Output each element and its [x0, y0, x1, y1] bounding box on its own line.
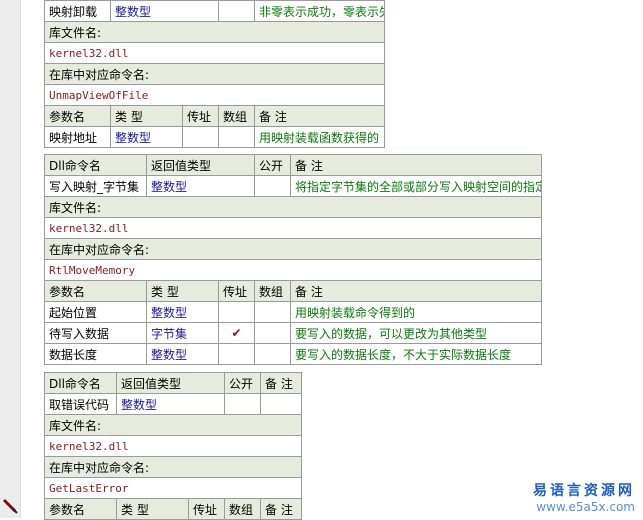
param-header: 数组 [218, 105, 256, 127]
param-header-row: 参数名 类 型 传址 数组 备 注 [44, 105, 386, 127]
param-name-cell[interactable]: 起始位置 [44, 301, 147, 323]
cmd-label: 在库中对应命令名: [43, 238, 543, 260]
param-header: 备 注 [254, 105, 386, 127]
pen-icon [2, 498, 18, 514]
dll-header: 公开 [254, 154, 292, 176]
param-array-cell[interactable] [254, 301, 292, 323]
param-header: 传址 [187, 498, 226, 520]
dll-header-row: Dll命令名 返回值类型 公开 备 注 [44, 372, 303, 394]
dll-row[interactable]: 写入映射_字节集 整数型 将指定字节集的全部或部分写入映射空间的指定位置 [44, 175, 543, 197]
lib-label: 库文件名: [43, 196, 543, 218]
dll-name-cell[interactable]: 映射卸载 [44, 0, 111, 22]
param-header: 传址 [181, 105, 220, 127]
param-row[interactable]: 待写入数据 字节集 ✔ 要写入的数据，可以更改为其他类型 [44, 322, 543, 344]
param-header: 传址 [217, 280, 256, 302]
return-type-cell[interactable]: 整数型 [109, 0, 220, 22]
site-watermark: 易语言资源网 www.e5a5x.com [533, 480, 635, 514]
param-note-cell[interactable]: 要写入的数据长度，不大于实际数据长度 [290, 343, 543, 365]
param-header: 类 型 [146, 280, 219, 302]
dll-header: Dll命令名 [44, 154, 147, 176]
param-array-cell[interactable] [218, 126, 256, 148]
dll-block-getlasterror: Dll命令名 返回值类型 公开 备 注 取错误代码 整数型 库文件名: kern… [43, 372, 303, 520]
dll-name-cell[interactable]: 取错误代码 [44, 393, 117, 415]
param-name-cell[interactable]: 数据长度 [44, 343, 147, 365]
return-type-cell[interactable]: 整数型 [145, 175, 256, 197]
param-header: 数组 [224, 498, 262, 520]
param-header: 类 型 [116, 498, 189, 520]
public-cell[interactable] [254, 175, 292, 197]
cmd-value-cell[interactable]: UnmapViewOfFile [43, 84, 386, 106]
dll-header: 备 注 [290, 154, 543, 176]
param-header: 备 注 [290, 280, 543, 302]
param-row[interactable]: 数据长度 整数型 要写入的数据长度，不大于实际数据长度 [44, 343, 543, 365]
checkmark-icon[interactable]: ✔ [217, 322, 256, 344]
editor-gutter [0, 0, 21, 518]
cmd-value-cell[interactable]: RtlMoveMemory [43, 259, 543, 281]
param-type-cell[interactable]: 整数型 [110, 126, 183, 148]
dll-header: Dll命令名 [44, 372, 117, 394]
note-cell[interactable]: 非零表示成功，零表示失败 [254, 0, 386, 22]
param-byref-cell[interactable] [217, 301, 256, 323]
param-name-cell[interactable]: 映射地址 [44, 126, 111, 148]
param-note-cell[interactable]: 要写入的数据，可以更改为其他类型 [290, 322, 543, 344]
dll-block-unmap: 映射卸载 整数型 非零表示成功，零表示失败 库文件名: kernel32.dll… [43, 0, 386, 148]
return-type-cell[interactable]: 整数型 [115, 393, 226, 415]
dll-row[interactable]: 映射卸载 整数型 非零表示成功，零表示失败 [44, 0, 386, 22]
watermark-en: www.e5a5x.com [536, 500, 635, 514]
note-cell[interactable] [260, 393, 303, 415]
param-header: 参数名 [44, 498, 117, 520]
param-header-row: 参数名 类 型 传址 数组 备 注 [44, 498, 303, 520]
public-cell[interactable] [224, 393, 262, 415]
public-cell[interactable] [218, 0, 256, 22]
cmd-label: 在库中对应命令名: [43, 63, 386, 85]
param-header: 类 型 [110, 105, 183, 127]
lib-label: 库文件名: [43, 21, 386, 43]
dll-header: 返回值类型 [145, 154, 256, 176]
param-byref-cell[interactable] [181, 126, 220, 148]
param-byref-cell[interactable] [217, 343, 256, 365]
param-array-cell[interactable] [254, 343, 292, 365]
param-row[interactable]: 起始位置 整数型 用映射装载命令得到的 [44, 301, 543, 323]
dll-header: 公开 [224, 372, 262, 394]
watermark-cn: 易语言资源网 [533, 483, 635, 499]
param-name-cell[interactable]: 待写入数据 [44, 322, 147, 344]
dll-header: 备 注 [260, 372, 303, 394]
cmd-value-cell[interactable]: GetLastError [43, 477, 303, 499]
note-cell[interactable]: 将指定字节集的全部或部分写入映射空间的指定位置 [290, 175, 543, 197]
param-header: 参数名 [44, 105, 111, 127]
param-row[interactable]: 映射地址 整数型 用映射装载函数获得的 [44, 126, 386, 148]
dll-header: 返回值类型 [115, 372, 226, 394]
lib-value-cell[interactable]: kernel32.dll [43, 217, 543, 239]
dll-name-cell[interactable]: 写入映射_字节集 [44, 175, 147, 197]
dll-header-row: Dll命令名 返回值类型 公开 备 注 [44, 154, 543, 176]
param-note-cell[interactable]: 用映射装载函数获得的 [254, 126, 386, 148]
param-header: 参数名 [44, 280, 147, 302]
lib-value-cell[interactable]: kernel32.dll [43, 42, 386, 64]
lib-label: 库文件名: [43, 414, 303, 436]
param-header-row: 参数名 类 型 传址 数组 备 注 [44, 280, 543, 302]
lib-value-cell[interactable]: kernel32.dll [43, 435, 303, 457]
dll-row[interactable]: 取错误代码 整数型 [44, 393, 303, 415]
param-note-cell[interactable]: 用映射装载命令得到的 [290, 301, 543, 323]
dll-block-write: Dll命令名 返回值类型 公开 备 注 写入映射_字节集 整数型 将指定字节集的… [43, 154, 543, 365]
param-header: 数组 [254, 280, 292, 302]
param-array-cell[interactable] [254, 322, 292, 344]
param-type-cell[interactable]: 字节集 [146, 322, 219, 344]
param-type-cell[interactable]: 整数型 [146, 343, 219, 365]
param-header: 备 注 [260, 498, 303, 520]
param-type-cell[interactable]: 整数型 [146, 301, 219, 323]
cmd-label: 在库中对应命令名: [43, 456, 303, 478]
